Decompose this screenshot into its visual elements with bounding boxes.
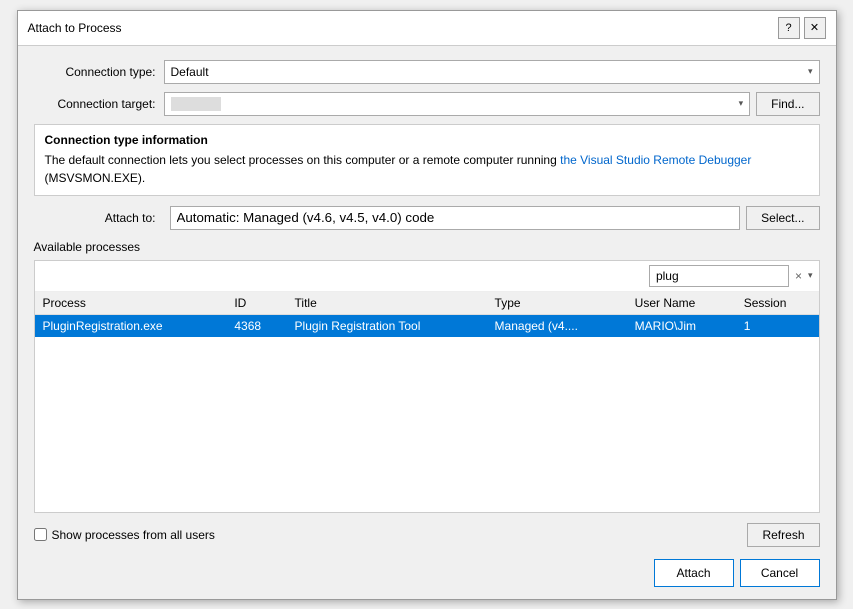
table-row[interactable]: PluginRegistration.exe 4368 Plugin Regis… [35,314,819,337]
connection-target-input[interactable]: ▾ [164,92,751,116]
info-box: Connection type information The default … [34,124,820,196]
processes-section: × ▾ Process ID Title Type User Name Sess… [34,260,820,513]
cell-session: 1 [736,314,819,337]
select-button[interactable]: Select... [746,206,819,230]
cancel-button[interactable]: Cancel [740,559,820,587]
connection-target-value [171,97,221,111]
bottom-bar: Show processes from all users Refresh [34,523,820,547]
search-input[interactable] [649,265,789,287]
info-box-text: The default connection lets you select p… [45,151,809,187]
attach-to-input[interactable] [170,206,741,230]
show-all-users-label[interactable]: Show processes from all users [34,528,215,542]
col-username: User Name [627,292,736,315]
process-table-container: Process ID Title Type User Name Session … [35,292,819,512]
connection-type-control: Default ▾ [164,60,820,84]
title-bar-controls: ? ✕ [778,17,826,39]
col-process: Process [35,292,227,315]
attach-to-label: Attach to: [34,211,164,225]
cell-title: Plugin Registration Tool [287,314,487,337]
help-button[interactable]: ? [778,17,800,39]
col-id: ID [226,292,286,315]
table-header: Process ID Title Type User Name Session [35,292,819,315]
connection-type-value: Default [171,65,209,79]
action-buttons: Attach Cancel [34,559,820,587]
table-body: PluginRegistration.exe 4368 Plugin Regis… [35,314,819,337]
dialog-body: Connection type: Default ▾ Connection ta… [18,46,836,599]
dialog-title: Attach to Process [28,21,122,35]
find-button[interactable]: Find... [756,92,819,116]
refresh-button[interactable]: Refresh [747,523,819,547]
col-session: Session [736,292,819,315]
cell-process: PluginRegistration.exe [35,314,227,337]
search-bar: × ▾ [35,261,819,292]
attach-to-process-dialog: Attach to Process ? ✕ Connection type: D… [17,10,837,600]
info-box-title: Connection type information [45,133,809,147]
title-bar: Attach to Process ? ✕ [18,11,836,46]
cell-type: Managed (v4.... [487,314,627,337]
connection-target-label: Connection target: [34,97,164,111]
remote-debugger-link[interactable]: the Visual Studio Remote Debugger [560,153,751,167]
cell-id: 4368 [226,314,286,337]
col-title: Title [287,292,487,315]
attach-to-row: Attach to: Select... [34,206,820,230]
search-dropdown-arrow[interactable]: ▾ [808,270,813,281]
show-all-users-checkbox[interactable] [34,528,47,541]
connection-type-arrow: ▾ [808,66,813,77]
col-type: Type [487,292,627,315]
connection-type-dropdown[interactable]: Default ▾ [164,60,820,84]
connection-target-row: Connection target: ▾ Find... [34,92,820,116]
show-all-users-text: Show processes from all users [52,528,215,542]
cell-username: MARIO\Jim [627,314,736,337]
available-processes-label: Available processes [34,240,820,254]
connection-type-label: Connection type: [34,65,164,79]
close-button[interactable]: ✕ [804,17,826,39]
info-box-text2: (MSVSMON.EXE). [45,171,146,185]
process-table: Process ID Title Type User Name Session … [35,292,819,337]
connection-type-row: Connection type: Default ▾ [34,60,820,84]
search-clear-button[interactable]: × [793,269,804,283]
attach-button[interactable]: Attach [654,559,734,587]
connection-target-arrow: ▾ [739,98,744,109]
connection-target-control: ▾ Find... [164,92,820,116]
